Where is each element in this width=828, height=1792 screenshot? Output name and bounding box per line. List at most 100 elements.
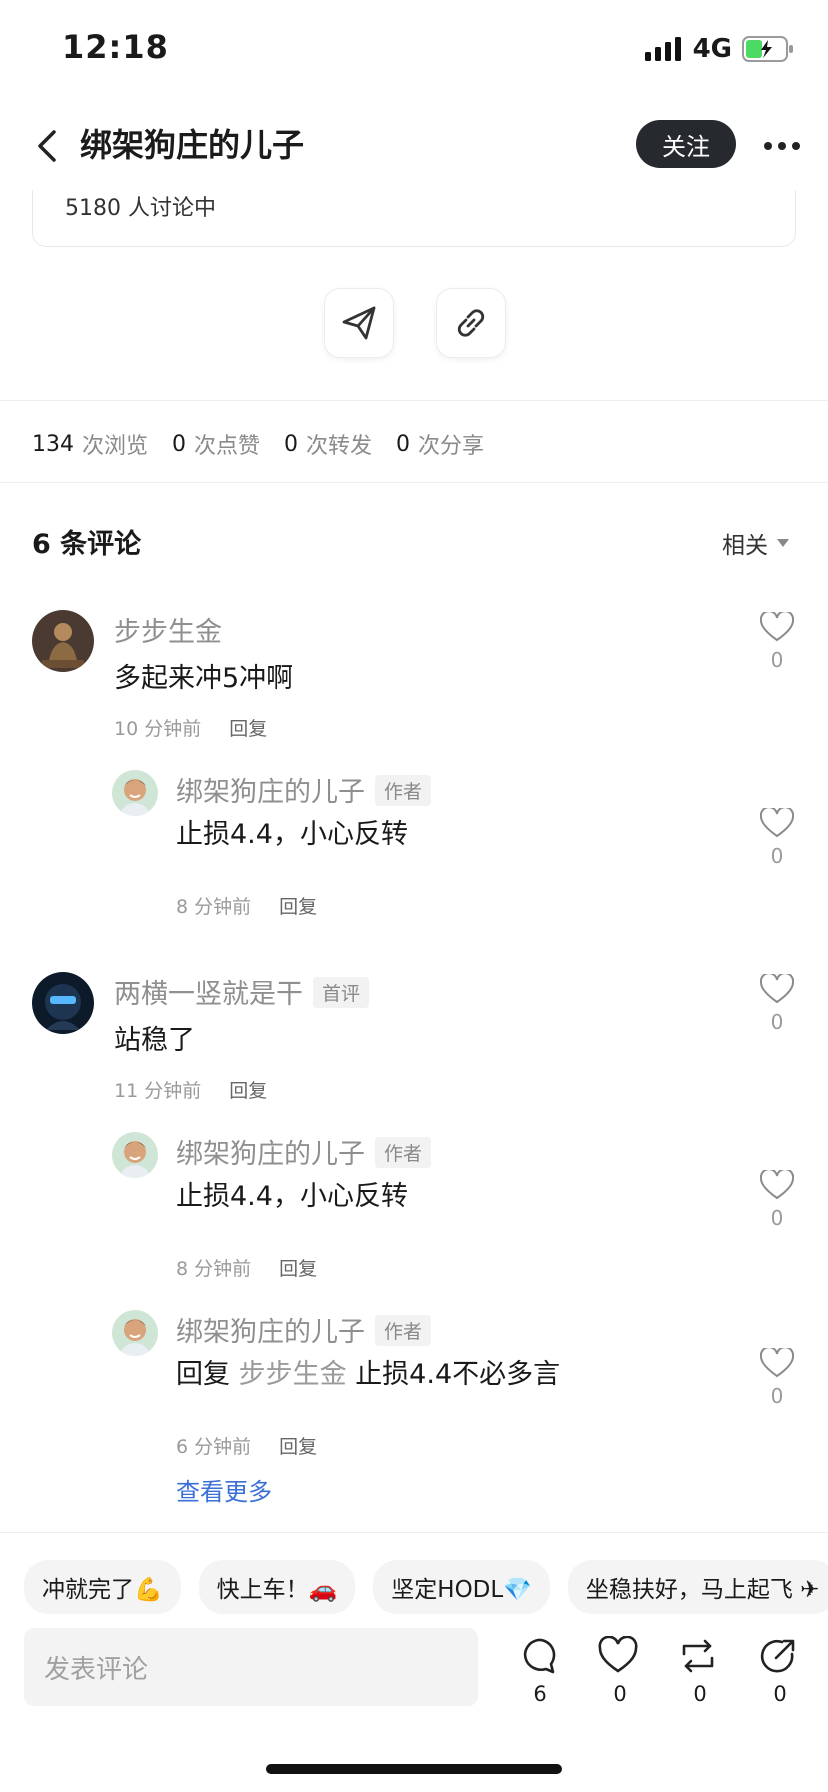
reply-meta: 8 分钟前 回复 bbox=[176, 892, 317, 919]
heart-icon bbox=[598, 1636, 638, 1673]
post-stats: 134 次浏览 0 次点赞 0 次转发 0 次分享 bbox=[32, 428, 508, 460]
repost-action[interactable]: 0 bbox=[678, 1636, 722, 1706]
robot-avatar-icon bbox=[32, 972, 94, 1034]
avatar[interactable] bbox=[32, 972, 94, 1034]
author-badge: 作者 bbox=[375, 1315, 432, 1346]
reply-button[interactable]: 回复 bbox=[279, 896, 317, 918]
shares-count: 0 bbox=[396, 431, 411, 457]
reply-body: 止损4.4不必多言 bbox=[355, 1359, 561, 1390]
reply-meta: 6 分钟前 回复 bbox=[176, 1432, 317, 1459]
reply-username-text: 绑架狗庄的儿子 bbox=[176, 777, 365, 808]
likes-label: 次点赞 bbox=[194, 434, 261, 459]
reposts-label: 次转发 bbox=[306, 434, 373, 459]
heart-icon bbox=[760, 808, 794, 838]
share-count: 0 bbox=[773, 1682, 787, 1706]
comment-like[interactable]: 0 bbox=[760, 974, 794, 1034]
link-icon bbox=[457, 309, 485, 337]
comment-text: 站稳了 bbox=[114, 1025, 195, 1056]
home-indicator[interactable] bbox=[266, 1764, 562, 1774]
view-more-link[interactable]: 查看更多 bbox=[176, 1472, 272, 1507]
discussion-count: 5180 人讨论中 bbox=[65, 196, 216, 221]
signal-icon bbox=[644, 37, 681, 61]
mention-link[interactable]: 步步生金 bbox=[239, 1359, 347, 1390]
reply-username[interactable]: 绑架狗庄的儿子 作者 bbox=[176, 1310, 432, 1349]
heart-icon bbox=[760, 1348, 794, 1378]
sort-dropdown[interactable]: 相关 bbox=[722, 526, 790, 560]
reply-button[interactable]: 回复 bbox=[279, 1436, 317, 1458]
reply-time: 8 分钟前 bbox=[176, 896, 252, 918]
reply-like[interactable]: 0 bbox=[760, 1170, 794, 1230]
reply-like[interactable]: 0 bbox=[760, 808, 794, 868]
like-count: 0 bbox=[613, 1682, 627, 1706]
reply-username-text: 绑架狗庄的儿子 bbox=[176, 1317, 365, 1348]
comment-username-text: 两横一竖就是干 bbox=[114, 979, 303, 1010]
battery-icon bbox=[742, 36, 793, 62]
like-action[interactable]: 0 bbox=[598, 1636, 642, 1706]
comment-like[interactable]: 0 bbox=[760, 612, 794, 672]
comment-action[interactable]: 6 bbox=[518, 1636, 562, 1706]
send-button[interactable] bbox=[324, 288, 394, 358]
person-avatar-icon bbox=[112, 1132, 158, 1178]
share-action[interactable]: 0 bbox=[758, 1636, 802, 1706]
status-time: 12:18 bbox=[62, 28, 169, 66]
comment-meta: 10 分钟前 回复 bbox=[114, 714, 267, 741]
avatar[interactable] bbox=[112, 770, 158, 816]
like-count: 0 bbox=[770, 844, 784, 868]
paper-plane-icon bbox=[342, 306, 376, 340]
avatar[interactable] bbox=[32, 610, 94, 672]
chevron-left-icon bbox=[38, 130, 56, 162]
copy-link-button[interactable] bbox=[436, 288, 506, 358]
heart-icon bbox=[760, 974, 794, 1004]
more-icon[interactable] bbox=[762, 140, 802, 152]
like-count: 0 bbox=[770, 1010, 784, 1034]
author-badge: 作者 bbox=[375, 1137, 432, 1168]
reply-meta: 8 分钟前 回复 bbox=[176, 1254, 317, 1281]
person-avatar-icon bbox=[112, 1310, 158, 1356]
like-count: 0 bbox=[770, 1206, 784, 1230]
comments-title: 6 条评论 bbox=[32, 529, 142, 560]
reply-username[interactable]: 绑架狗庄的儿子 作者 bbox=[176, 1132, 432, 1171]
likes-count: 0 bbox=[172, 431, 187, 457]
page-title: 绑架狗庄的儿子 bbox=[80, 126, 305, 164]
comment-time: 10 分钟前 bbox=[114, 718, 202, 740]
sort-label: 相关 bbox=[722, 533, 768, 559]
reply-text: 回复 步步生金 止损4.4不必多言 bbox=[176, 1352, 560, 1391]
first-comment-badge: 首评 bbox=[313, 977, 370, 1008]
reply-text: 止损4.4，小心反转 bbox=[176, 819, 408, 850]
shares-label: 次分享 bbox=[418, 434, 485, 459]
comment-input[interactable]: 发表评论 bbox=[24, 1628, 478, 1706]
back-button[interactable] bbox=[30, 124, 66, 168]
reply-prefix: 回复 bbox=[176, 1359, 230, 1390]
comment-count: 6 bbox=[533, 1682, 547, 1706]
avatar[interactable] bbox=[112, 1310, 158, 1356]
repost-count: 0 bbox=[693, 1682, 707, 1706]
comment-username[interactable]: 步步生金 bbox=[114, 610, 222, 649]
reply-button[interactable]: 回复 bbox=[229, 718, 267, 740]
divider bbox=[0, 400, 828, 401]
nav-header: 绑架狗庄的儿子 关注 bbox=[0, 100, 828, 190]
views-count: 134 bbox=[32, 431, 74, 457]
status-bar: 12:18 4G bbox=[0, 0, 828, 100]
quick-reply-chip[interactable]: 坚定HODL💎 bbox=[373, 1560, 550, 1614]
views-label: 次浏览 bbox=[82, 434, 149, 459]
reply-time: 6 分钟前 bbox=[176, 1436, 252, 1458]
divider bbox=[0, 482, 828, 483]
reply-username[interactable]: 绑架狗庄的儿子 作者 bbox=[176, 770, 432, 809]
heart-icon bbox=[760, 612, 794, 642]
quick-reply-chip[interactable]: 坐稳扶好，马上起飞 ✈ bbox=[567, 1560, 828, 1614]
reply-username-text: 绑架狗庄的儿子 bbox=[176, 1139, 365, 1170]
quick-reply-chip[interactable]: 快上车！🚗 bbox=[198, 1560, 356, 1614]
reply-like[interactable]: 0 bbox=[760, 1348, 794, 1408]
follow-button[interactable]: 关注 bbox=[636, 120, 736, 168]
reply-button[interactable]: 回复 bbox=[279, 1258, 317, 1280]
comment-username[interactable]: 两横一竖就是干 首评 bbox=[114, 972, 370, 1011]
comment-text: 多起来冲5冲啊 bbox=[114, 663, 294, 694]
reply-text: 止损4.4，小心反转 bbox=[176, 1181, 408, 1212]
reply-time: 8 分钟前 bbox=[176, 1258, 252, 1280]
reposts-count: 0 bbox=[284, 431, 299, 457]
avatar[interactable] bbox=[112, 1132, 158, 1178]
heart-icon bbox=[760, 1170, 794, 1200]
quick-reply-chip[interactable]: 冲就完了💪 bbox=[24, 1560, 181, 1614]
reply-button[interactable]: 回复 bbox=[229, 1080, 267, 1102]
network-label: 4G bbox=[692, 34, 732, 64]
